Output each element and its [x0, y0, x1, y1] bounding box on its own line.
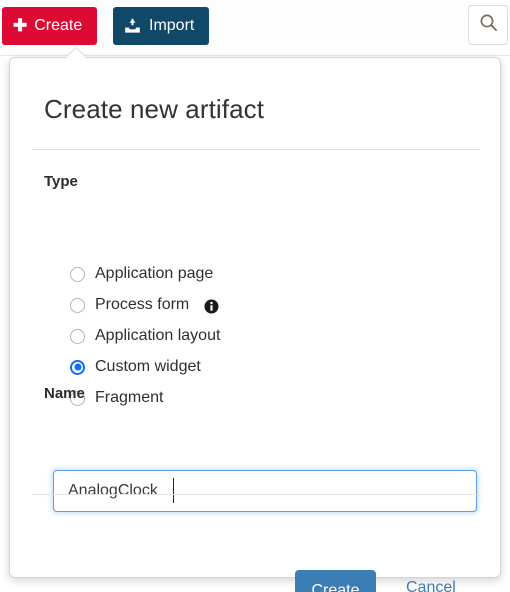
radio-option-custom-widget[interactable]: Custom widget — [70, 356, 201, 378]
search-icon — [479, 13, 498, 37]
radio-mark-icon — [70, 266, 85, 282]
radio-option-application-page[interactable]: Application page — [70, 263, 213, 285]
plus-icon: ✚ — [13, 15, 28, 35]
dialog-divider-top — [32, 149, 480, 150]
search-button[interactable] — [468, 5, 508, 45]
radio-label: Process form — [95, 296, 190, 313]
text-cursor — [173, 478, 174, 503]
popover-caret — [66, 48, 86, 58]
radio-mark-icon — [70, 328, 85, 344]
radio-option-application-layout[interactable]: Application layout — [70, 325, 220, 347]
dialog-create-button[interactable]: Create — [295, 570, 376, 592]
radio-mark-selected-icon — [70, 359, 85, 375]
app-root: ✚ Create Import Create new artifact Type… — [0, 0, 510, 592]
import-tray-icon — [124, 18, 141, 35]
import-button-label: Import — [149, 17, 195, 34]
radio-option-process-form[interactable]: Process form — [70, 294, 219, 316]
name-field-label: Name — [44, 385, 85, 402]
radio-label: Fragment — [95, 389, 164, 406]
dialog-cancel-button[interactable]: Cancel — [406, 579, 456, 592]
radio-label: Application layout — [95, 327, 221, 344]
create-button-label: Create — [34, 17, 83, 34]
dialog-divider-bottom — [32, 494, 480, 495]
import-button[interactable]: Import — [113, 7, 210, 45]
create-artifact-button[interactable]: ✚ Create — [2, 7, 98, 45]
radio-mark-icon — [70, 297, 85, 313]
create-artifact-dialog: Create new artifact Type Application pag… — [9, 47, 501, 592]
info-icon[interactable] — [204, 299, 219, 314]
artifact-name-input[interactable] — [53, 470, 477, 512]
radio-label: Application page — [95, 265, 214, 282]
dialog-title: Create new artifact — [44, 94, 265, 124]
radio-label: Custom widget — [95, 358, 201, 375]
type-section-label: Type — [44, 173, 78, 190]
